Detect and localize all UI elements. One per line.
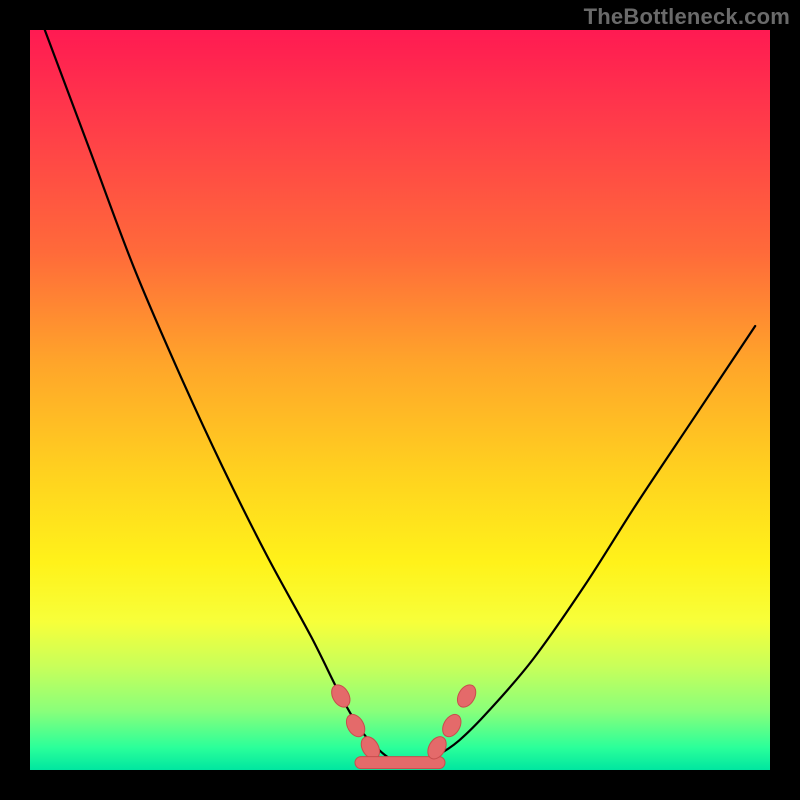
marker-bead (454, 682, 480, 711)
gradient-plot-area (30, 30, 770, 770)
curve-markers (328, 682, 480, 769)
bottleneck-curve (45, 30, 755, 764)
chart-svg (30, 30, 770, 770)
marker-bead (328, 682, 354, 711)
chart-frame: TheBottleneck.com (0, 0, 800, 800)
marker-bead (439, 711, 465, 740)
watermark-text: TheBottleneck.com (584, 4, 790, 30)
